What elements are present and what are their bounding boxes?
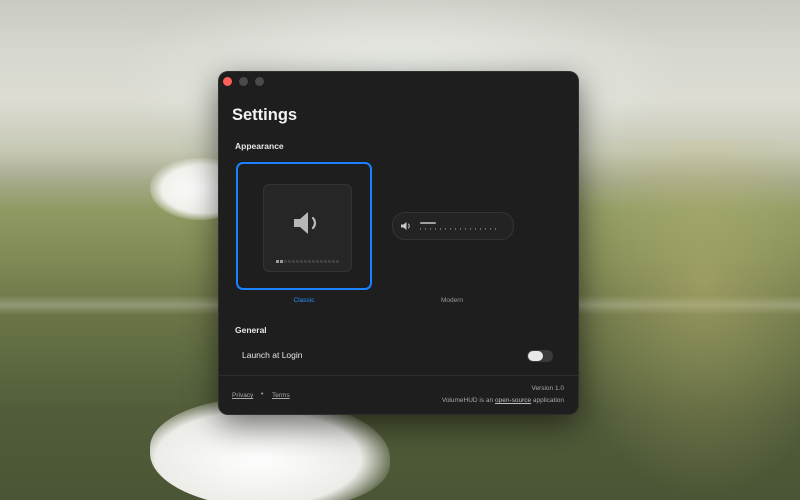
volume-segment (284, 260, 287, 263)
volume-segment (304, 260, 307, 263)
volume-tick (435, 228, 436, 230)
launch-at-login-toggle[interactable] (527, 350, 553, 362)
volume-segment (320, 260, 323, 263)
settings-window: Settings Appearance Classic Modern Gener… (218, 71, 579, 415)
appearance-section-label: Appearance (235, 141, 284, 151)
classic-option-label: Classic (293, 297, 315, 304)
privacy-link[interactable]: Privacy (232, 392, 253, 399)
volume-segment (324, 260, 327, 263)
volume-tick (480, 228, 481, 230)
modern-hud-preview (392, 212, 514, 240)
volume-tick (450, 228, 451, 230)
volume-tick (445, 228, 446, 230)
page-title: Settings (232, 106, 298, 124)
footer-divider (218, 375, 579, 376)
volume-segment (280, 260, 283, 263)
close-window-button[interactable] (223, 77, 232, 86)
volume-segment (276, 260, 279, 263)
version-label: Version 1.0 (531, 385, 564, 392)
volume-tick (425, 228, 426, 230)
credit-prefix: VolumeHUD is an (441, 397, 494, 404)
volume-segment (300, 260, 303, 263)
credit-suffix: application (532, 397, 564, 404)
volume-tick (475, 228, 476, 230)
volume-tick (470, 228, 471, 230)
volume-tick (490, 228, 491, 230)
terms-link[interactable]: Terms (272, 392, 290, 399)
foliage-haze (560, 140, 800, 500)
volume-segment (292, 260, 295, 263)
classic-volume-bar (276, 260, 339, 263)
volume-segment (336, 260, 339, 263)
zoom-window-button[interactable] (255, 77, 264, 86)
speaker-icon (401, 222, 410, 230)
classic-hud-preview (263, 184, 352, 272)
modern-volume-fill (420, 222, 436, 224)
volume-tick (495, 228, 496, 230)
volume-tick (455, 228, 456, 230)
general-section-label: General (235, 325, 267, 335)
volume-segment (328, 260, 331, 263)
volume-segment (308, 260, 311, 263)
volume-tick (430, 228, 431, 230)
volume-segment (288, 260, 291, 263)
appearance-option-modern[interactable] (390, 211, 514, 241)
open-source-link[interactable]: open-source (495, 397, 531, 404)
footer-separator: • (261, 391, 264, 398)
modern-option-label: Modern (440, 297, 464, 304)
appearance-option-classic[interactable] (236, 162, 372, 290)
volume-segment (316, 260, 319, 263)
launch-at-login-label: Launch at Login (242, 350, 303, 360)
volume-tick (465, 228, 466, 230)
toggle-knob (528, 351, 543, 361)
volume-segment (332, 260, 335, 263)
volume-tick (440, 228, 441, 230)
volume-segment (296, 260, 299, 263)
volume-tick (460, 228, 461, 230)
credit-text: VolumeHUD is an open-source application (442, 397, 564, 404)
modern-volume-ticks (420, 228, 496, 230)
volume-segment (312, 260, 315, 263)
speaker-icon (294, 212, 317, 234)
volume-tick (485, 228, 486, 230)
window-controls (223, 77, 264, 86)
volume-tick (420, 228, 421, 230)
minimize-window-button[interactable] (239, 77, 248, 86)
